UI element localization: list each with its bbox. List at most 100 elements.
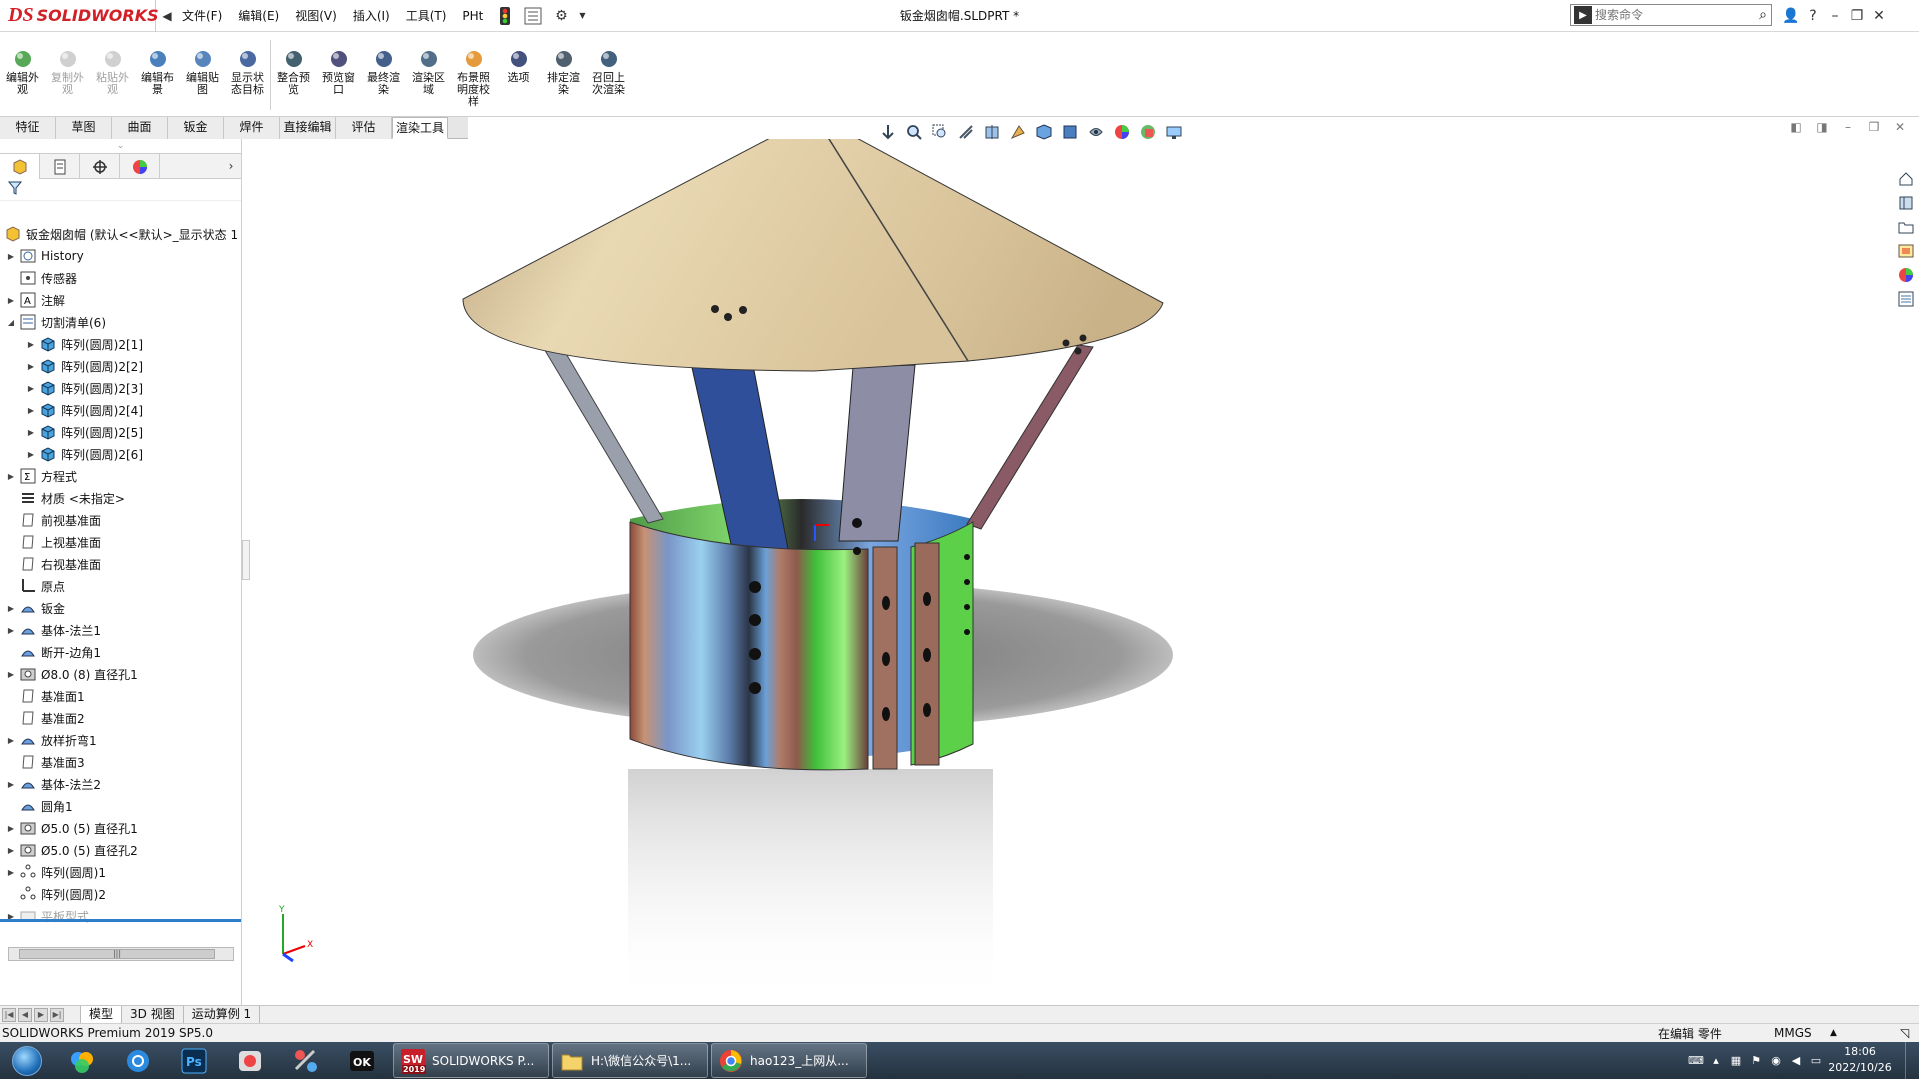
panel-grip[interactable]: ⌄	[0, 139, 241, 153]
ribbon-button[interactable]: 渲染区域	[406, 32, 451, 117]
view-orientation-icon[interactable]	[875, 124, 901, 140]
tree-item[interactable]: 圆角1	[0, 795, 241, 817]
tree-item[interactable]: ▶ Σ 方程式	[0, 465, 241, 487]
tree-item[interactable]: 传感器	[0, 267, 241, 289]
edit-appearance-hud-icon[interactable]	[1109, 124, 1135, 140]
tree-item[interactable]: ▶ 阵列(圆周)2[3]	[0, 377, 241, 399]
expand-arrow-icon[interactable]: ▶	[26, 340, 36, 349]
ribbon-button[interactable]: 粘贴外观	[90, 32, 135, 117]
ribbon-button[interactable]: 选项	[496, 32, 541, 117]
collapse-arrow-icon[interactable]: ◢	[6, 318, 16, 327]
display-style-icon[interactable]	[1057, 124, 1083, 140]
expand-arrow-icon[interactable]: ▶	[26, 362, 36, 371]
command-tab[interactable]: 曲面	[112, 117, 168, 139]
custom-properties-icon[interactable]	[1895, 288, 1917, 310]
expand-arrow-icon[interactable]: ▶	[6, 626, 16, 635]
minimize-button[interactable]: –	[1824, 8, 1846, 24]
tree-root[interactable]: 钣金烟囱帽 (默认<<默认>_显示状态 1	[0, 223, 241, 245]
tree-item[interactable]: ▶ 阵列(圆周)2[1]	[0, 333, 241, 355]
tree-item[interactable]: 材质 <未指定>	[0, 487, 241, 509]
taskbar-task-button[interactable]: H:\微信公众号\1...	[552, 1043, 708, 1078]
feature-manager-tab[interactable]	[0, 154, 40, 179]
tree-item[interactable]: ▶ Ø5.0 (5) 直径孔2	[0, 839, 241, 861]
first-tab-button[interactable]: |◀	[2, 1007, 16, 1022]
options-gear-icon[interactable]: ⚙	[550, 5, 572, 27]
search-command-box[interactable]: ▶ ⌕	[1570, 4, 1772, 26]
previous-view-icon[interactable]	[953, 124, 979, 140]
tree-item[interactable]: ▶ 阵列(圆周)2[5]	[0, 421, 241, 443]
command-tab[interactable]: 草图	[56, 117, 112, 139]
display-manager-tab[interactable]	[120, 154, 160, 179]
command-tab[interactable]: 渲染工具	[392, 117, 448, 139]
security-icon[interactable]: ◉	[1767, 1052, 1785, 1070]
zoom-to-area-icon[interactable]	[927, 124, 953, 140]
units-arrow-icon[interactable]: ▲	[1830, 1028, 1837, 1038]
ribbon-button[interactable]: 召回上次渲染	[586, 32, 631, 117]
menu-collapse-icon[interactable]: ◀	[160, 9, 174, 23]
volume-icon[interactable]: ◀	[1787, 1052, 1805, 1070]
ribbon-button[interactable]: 最终渲染	[361, 32, 406, 117]
tray-arrow-icon[interactable]: ▴	[1707, 1052, 1725, 1070]
view-settings-icon[interactable]	[1161, 124, 1187, 140]
help-icon[interactable]: ?	[1802, 8, 1824, 24]
show-desktop-button[interactable]	[1905, 1042, 1919, 1079]
expand-arrow-icon[interactable]: ▶	[6, 604, 16, 613]
command-tab[interactable]: 直接编辑	[280, 117, 336, 139]
hide-show-items-icon[interactable]	[1083, 124, 1109, 140]
pinned-app-icon[interactable]	[54, 1042, 110, 1079]
last-tab-button[interactable]: ▶|	[50, 1007, 64, 1022]
graphics-area[interactable]: Y X	[243, 139, 1919, 1005]
ok-app-icon[interactable]: OK	[334, 1042, 390, 1079]
command-tab[interactable]: 焊件	[224, 117, 280, 139]
bottom-tab[interactable]: 3D 视图	[122, 1006, 184, 1023]
search-input[interactable]	[1595, 8, 1735, 22]
rollback-bar[interactable]	[0, 919, 241, 922]
solidworks-resources-icon[interactable]	[1895, 168, 1917, 190]
tree-item[interactable]: ▶ 阵列(圆周)1	[0, 861, 241, 883]
tree-item[interactable]: ▶ 阵列(圆周)2[4]	[0, 399, 241, 421]
tree-item[interactable]: 基准面2	[0, 707, 241, 729]
taskbar-task-button[interactable]: SW 2019 SOLIDWORKS P...	[393, 1043, 549, 1078]
viewport-minimize-button[interactable]: –	[1835, 120, 1861, 134]
expand-arrow-icon[interactable]: ▶	[26, 384, 36, 393]
tree-item[interactable]: 断开-边角1	[0, 641, 241, 663]
tree-filter[interactable]	[0, 179, 241, 201]
traffic-light-icon[interactable]	[494, 5, 516, 27]
menu-item[interactable]: 编辑(E)	[230, 0, 287, 32]
zoom-to-fit-icon[interactable]	[901, 124, 927, 140]
ribbon-button[interactable]: 显示状态目标	[225, 32, 270, 117]
expand-arrow-icon[interactable]: ▶	[6, 472, 16, 481]
taskbar-task-button[interactable]: hao123_上网从...	[711, 1043, 867, 1078]
system-clock[interactable]: 18:06 2022/10/26	[1820, 1044, 1900, 1076]
menu-item[interactable]: 文件(F)	[174, 0, 230, 32]
quick-tips-icon[interactable]: ◹	[1900, 1026, 1909, 1040]
panel-collapse-handle[interactable]	[242, 540, 250, 580]
ribbon-button[interactable]: 复制外观	[45, 32, 90, 117]
network-icon[interactable]: ▦	[1727, 1052, 1745, 1070]
keyboard-icon[interactable]: ⌨	[1687, 1052, 1705, 1070]
bottom-tab[interactable]: 模型	[80, 1006, 123, 1023]
menu-item[interactable]: PHt	[454, 0, 491, 32]
media-app-icon[interactable]	[222, 1042, 278, 1079]
flag-icon[interactable]: ⚑	[1747, 1052, 1765, 1070]
viewport-tile-right-icon[interactable]: ◨	[1809, 120, 1835, 134]
tree-item[interactable]: ▶ Ø5.0 (5) 直径孔1	[0, 817, 241, 839]
tree-item[interactable]: ▶ 钣金	[0, 597, 241, 619]
ribbon-button[interactable]: 编辑贴图	[180, 32, 225, 117]
photoshop-icon[interactable]: Ps	[166, 1042, 222, 1079]
tool-app-icon[interactable]	[278, 1042, 334, 1079]
command-tab[interactable]: 钣金	[168, 117, 224, 139]
expand-arrow-icon[interactable]: ▶	[26, 428, 36, 437]
appearances-scenes-icon[interactable]	[1895, 264, 1917, 286]
viewport-tile-left-icon[interactable]: ◧	[1783, 120, 1809, 134]
tree-item[interactable]: ▶ 阵列(圆周)2[2]	[0, 355, 241, 377]
view-orientation-cube-icon[interactable]	[1031, 124, 1057, 140]
filter-icon[interactable]	[7, 181, 23, 198]
file-explorer-icon[interactable]	[1895, 216, 1917, 238]
restore-button[interactable]: ❐	[1846, 8, 1868, 24]
apply-scene-icon[interactable]	[1135, 124, 1161, 140]
bottom-tab[interactable]: 运动算例 1	[184, 1006, 261, 1023]
tree-item[interactable]: 阵列(圆周)2	[0, 883, 241, 905]
file-properties-icon[interactable]	[522, 5, 544, 27]
expand-arrow-icon[interactable]: ▶	[26, 406, 36, 415]
